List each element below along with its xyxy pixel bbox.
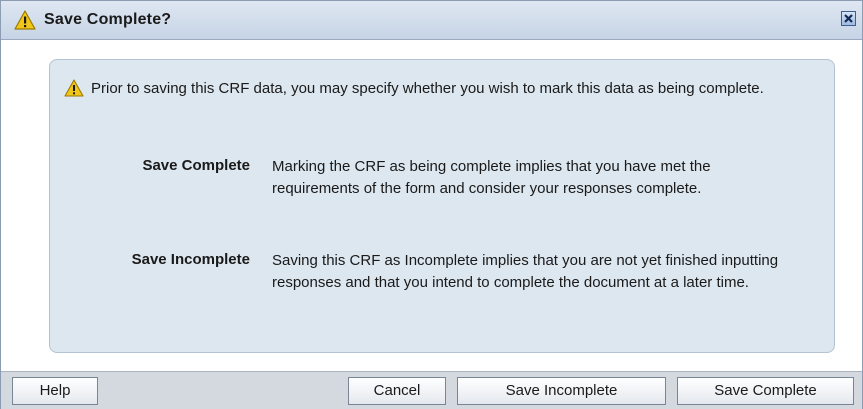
dialog-titlebar: Save Complete? — [1, 1, 862, 40]
warning-icon — [64, 79, 84, 97]
warning-icon — [14, 10, 36, 30]
info-panel: Prior to saving this CRF data, you may s… — [49, 59, 835, 353]
save-complete-option-label: Save Complete — [142, 157, 250, 174]
save-incomplete-button[interactable]: Save Incomplete — [457, 377, 666, 405]
dialog-footer: Help Cancel Save Incomplete Save Complet… — [1, 371, 862, 409]
cancel-button[interactable]: Cancel — [348, 377, 446, 405]
save-complete-button[interactable]: Save Complete — [677, 377, 854, 405]
close-icon — [844, 14, 853, 23]
save-complete-dialog: Save Complete? Prior to saving this CRF … — [0, 0, 863, 409]
help-button[interactable]: Help — [12, 377, 98, 405]
save-incomplete-option-description: Saving this CRF as Incomplete implies th… — [272, 252, 779, 291]
intro-text: Prior to saving this CRF data, you may s… — [91, 80, 764, 97]
dialog-title: Save Complete? — [44, 11, 172, 28]
close-button[interactable] — [841, 11, 856, 26]
save-complete-option-description: Marking the CRF as being complete implie… — [272, 158, 711, 197]
save-incomplete-option-label: Save Incomplete — [131, 251, 250, 268]
